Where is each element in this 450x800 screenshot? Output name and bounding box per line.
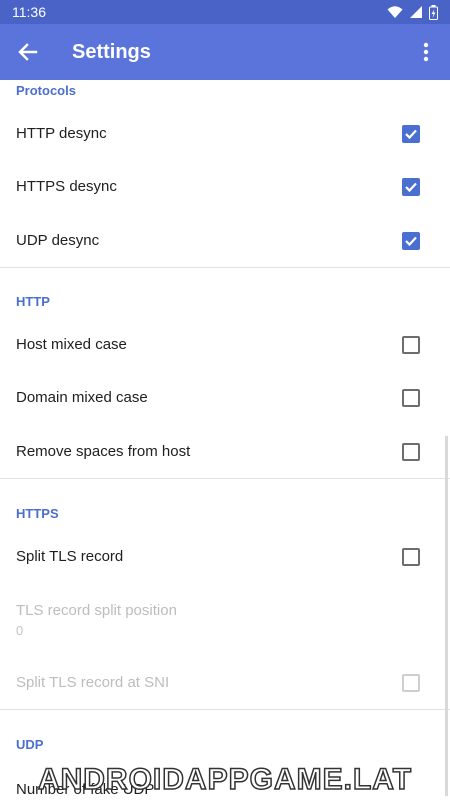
pref-summary: 0: [16, 623, 24, 638]
arrow-back-icon: [18, 43, 38, 61]
battery-icon: [429, 4, 438, 20]
app-bar: Settings: [0, 24, 450, 80]
http-desync-checkbox[interactable]: [402, 124, 420, 143]
page-title: Settings: [72, 40, 151, 63]
check-icon: [405, 129, 417, 139]
section-divider: [0, 478, 450, 479]
section-header-udp: UDP: [16, 737, 44, 752]
pref-split-tls-record[interactable]: Split TLS record: [0, 530, 450, 583]
domain-mixed-case-checkbox[interactable]: [402, 388, 420, 407]
split-tls-at-sni-checkbox: [402, 673, 420, 692]
pref-label: Split TLS record at SNI: [16, 674, 170, 691]
overflow-menu-button[interactable]: [402, 24, 450, 80]
split-tls-record-checkbox[interactable]: [402, 547, 420, 566]
pref-label: UDP desync: [16, 232, 100, 249]
pref-label: TLS record split position: [16, 602, 177, 619]
scrollbar[interactable]: [445, 436, 448, 796]
pref-label: Domain mixed case: [16, 389, 148, 406]
pref-label: Remove spaces from host: [16, 443, 191, 460]
status-icons: [387, 4, 438, 20]
pref-host-mixed-case[interactable]: Host mixed case: [0, 318, 450, 371]
pref-label: Host mixed case: [16, 336, 127, 353]
cell-signal-icon: [410, 6, 422, 18]
pref-udp-desync[interactable]: UDP desync: [0, 214, 450, 267]
pref-label: Split TLS record: [16, 548, 124, 565]
pref-label: HTTP desync: [16, 125, 107, 142]
status-time: 11:36: [12, 4, 46, 20]
check-icon: [405, 236, 417, 246]
section-header-https: HTTPS: [16, 506, 59, 521]
section-divider: [0, 267, 450, 268]
pref-label: HTTPS desync: [16, 178, 117, 195]
watermark: ANDROIDAPPGAME.LAT: [37, 762, 413, 797]
pref-remove-spaces-from-host[interactable]: Remove spaces from host: [0, 425, 450, 478]
pref-https-desync[interactable]: HTTPS desync: [0, 160, 450, 213]
pref-tls-record-split-position: TLS record split position 0: [0, 592, 450, 648]
pref-split-tls-record-at-sni: Split TLS record at SNI: [0, 656, 450, 709]
back-button[interactable]: [0, 24, 56, 80]
more-vert-icon: [423, 42, 429, 62]
wifi-icon: [387, 6, 403, 18]
remove-spaces-checkbox[interactable]: [402, 442, 420, 461]
check-icon: [405, 182, 417, 192]
status-bar: 11:36: [0, 0, 450, 24]
pref-domain-mixed-case[interactable]: Domain mixed case: [0, 371, 450, 424]
pref-http-desync[interactable]: HTTP desync: [0, 107, 450, 160]
udp-desync-checkbox[interactable]: [402, 231, 420, 250]
settings-list[interactable]: Protocols HTTP desync HTTPS desync UDP d…: [0, 80, 450, 800]
section-header-protocols: Protocols: [16, 83, 76, 98]
https-desync-checkbox[interactable]: [402, 177, 420, 196]
section-header-http: HTTP: [16, 294, 50, 309]
section-divider: [0, 709, 450, 710]
host-mixed-case-checkbox[interactable]: [402, 335, 420, 354]
